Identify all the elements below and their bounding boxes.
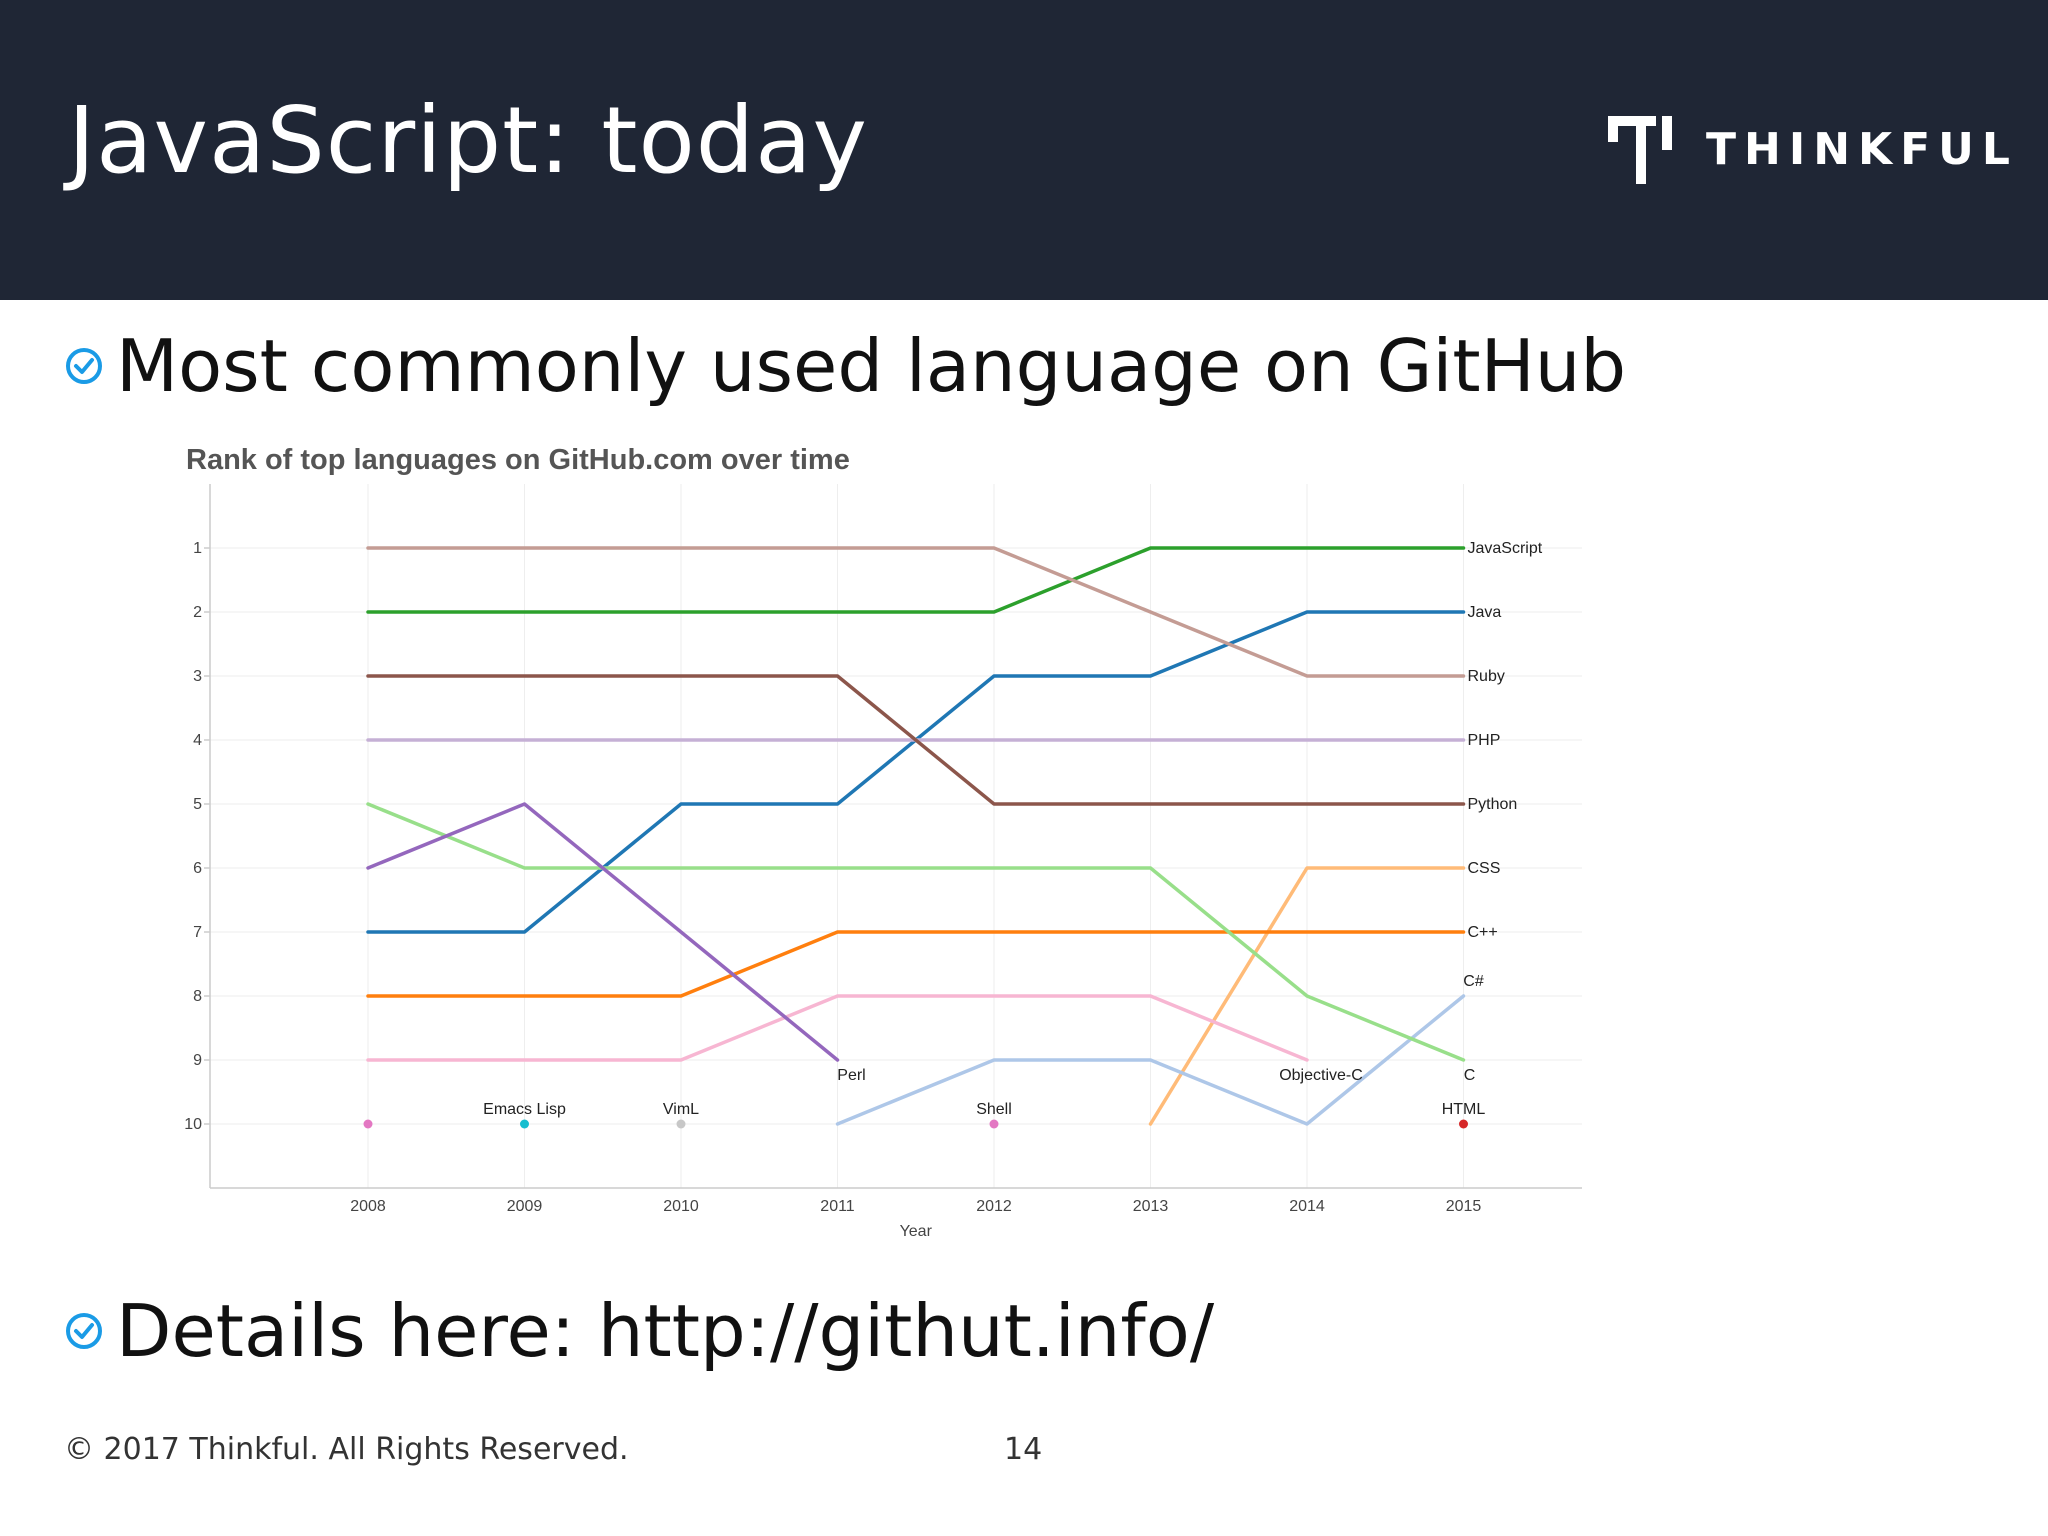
y-tick-label: 3 — [193, 668, 202, 685]
series-point-html — [1459, 1119, 1468, 1129]
page-number: 14 — [1004, 1432, 1043, 1467]
series-label-css: CSS — [1468, 860, 1501, 877]
series-label-viml: VimL — [663, 1101, 699, 1118]
x-tick-label: 2010 — [663, 1198, 699, 1215]
x-tick-label: 2012 — [976, 1198, 1012, 1215]
y-tick-label: 9 — [193, 1052, 202, 1069]
y-tick-label: 2 — [193, 604, 202, 621]
y-tick-label: 7 — [193, 924, 202, 941]
footer-copyright: © 2017 Thinkful. All Rights Reserved. — [64, 1432, 629, 1467]
series-point-viml — [676, 1119, 686, 1129]
x-tick-label: 2015 — [1446, 1198, 1482, 1215]
x-tick-label: 2009 — [507, 1198, 543, 1215]
y-tick-label: 6 — [193, 860, 202, 877]
series-label-ruby: Ruby — [1468, 668, 1505, 685]
y-tick-label: 1 — [193, 540, 202, 557]
series-label-c: C — [1464, 1067, 1476, 1084]
series-label-javascript: JavaScript — [1468, 540, 1543, 557]
y-tick-label: 5 — [193, 796, 202, 813]
series-line-javascript — [366, 546, 1466, 614]
series-label-python: Python — [1468, 796, 1518, 813]
x-tick-label: 2008 — [350, 1198, 386, 1215]
series-label-shell: Shell — [976, 1101, 1012, 1118]
x-tick-label: 2014 — [1289, 1198, 1325, 1215]
series-point-shell — [363, 1119, 373, 1129]
series-label-perl: Perl — [837, 1067, 865, 1084]
series-label-emacs-lisp: Emacs Lisp — [483, 1101, 566, 1118]
check-circle-icon — [66, 1313, 102, 1349]
y-tick-label: 8 — [193, 988, 202, 1005]
series-line-c- — [366, 930, 1466, 998]
series-label-c-: C# — [1463, 973, 1484, 990]
series-label-c-: C++ — [1468, 924, 1498, 941]
x-axis-label: Year — [900, 1223, 933, 1240]
series-label-html: HTML — [1442, 1101, 1486, 1118]
series-point-shell — [989, 1119, 999, 1129]
bullet-text: Details here: http://githut.info/ — [116, 1289, 1215, 1373]
series-label-java: Java — [1468, 604, 1502, 621]
series-label-objective-c: Objective-C — [1279, 1067, 1363, 1084]
x-tick-label: 2011 — [820, 1198, 855, 1215]
y-tick-label: 4 — [193, 732, 202, 749]
bullet-2: Details here: http://githut.info/ — [64, 1295, 1214, 1367]
series-label-php: PHP — [1468, 732, 1501, 749]
x-tick-label: 2013 — [1133, 1198, 1169, 1215]
y-tick-label: 10 — [184, 1116, 202, 1133]
series-point-emacs-lisp — [520, 1119, 529, 1129]
